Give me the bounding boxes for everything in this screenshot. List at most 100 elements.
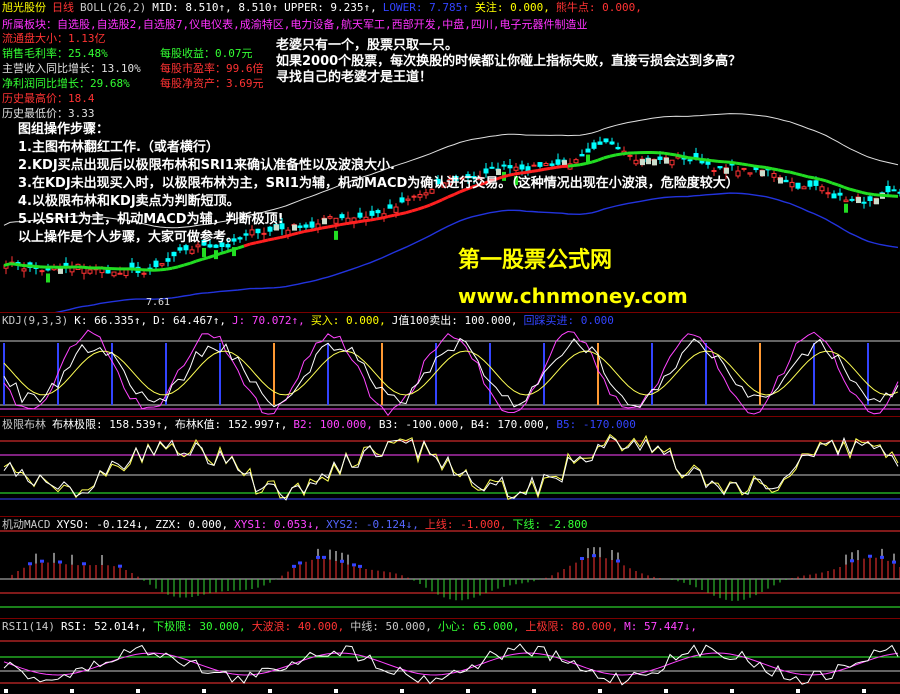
candle-body <box>844 200 848 202</box>
macd-blue-mark <box>592 554 596 557</box>
trend-line <box>202 258 208 260</box>
trend-line <box>184 263 190 265</box>
rsi-panel[interactable]: RSI1(14)RSI: 52.014↑,下极限: 30.000,大波浪: 40… <box>0 618 900 694</box>
trend-line <box>16 264 22 265</box>
eps: 每股收益：0.07元 <box>160 46 264 61</box>
rsi-upper: 上极限: 80.000, <box>526 620 619 633</box>
kdj-title: KDJ(9,3,3) <box>2 314 68 327</box>
boll-limit-panel[interactable]: 极限布林布林极限: 158.539↑,布林K值: 152.997↑,B2: 10… <box>0 416 900 517</box>
period-label[interactable]: 日线 <box>52 1 74 14</box>
hist-high: 历史最高价：18.4 <box>2 91 141 106</box>
rsi-mid: 中线: 50.000, <box>350 620 432 633</box>
trend-line <box>82 267 88 268</box>
candle-body <box>892 190 896 191</box>
trend-line <box>832 183 838 185</box>
trend-line <box>178 265 184 267</box>
profit-growth: 净利润同比增长：29.68% <box>2 76 141 91</box>
macd-blue-mark <box>82 562 86 565</box>
trend-line <box>748 165 754 166</box>
trend-line <box>196 259 202 261</box>
sector-line: 所属板块：自选股,自选股2,自选股7,仪电仪表,成渝特区,电力设备,航天军工,西… <box>2 16 587 32</box>
rsi-big: 大波浪: 40.000, <box>252 620 345 633</box>
gross-margin: 销售毛利率：25.48% <box>2 46 141 61</box>
trend-line <box>166 268 172 269</box>
watermark-url: www.chnmoney.com <box>458 284 688 308</box>
macd-chart[interactable] <box>0 517 900 619</box>
candle-body <box>160 264 164 266</box>
bl-b3: B3: -100.000, <box>379 418 465 431</box>
step-2: 2.KDJ买点出现后以极限布林和SRI1来确认准备性以及波浪大小. <box>18 157 739 175</box>
candle-body <box>748 173 752 174</box>
boll-limit-chart[interactable] <box>0 417 900 517</box>
step-3: 3.在KDJ未出现买入时，以极限布林为主，SRI1为辅，机动MACD为确认进行交… <box>18 175 739 193</box>
trend-line <box>772 169 778 170</box>
niushi-value: 熊牛点: 0.000, <box>556 1 642 14</box>
rsi-title: RSI1(14) <box>2 620 55 633</box>
mid-value: MID: 8.510↑, 8.510↑ <box>152 1 278 14</box>
candle-body <box>808 181 812 186</box>
trend-line <box>208 256 214 258</box>
main-chart-panel[interactable]: 旭光股份日线BOLL(26,2)MID: 8.510↑, 8.510↑UPPER… <box>0 0 900 312</box>
notice-line-1: 老婆只有一个，股票只取一只。 <box>276 38 741 54</box>
watermark-name: 第一股票公式网 <box>458 242 612 274</box>
macd-xyso: XYSO: -0.124↓, <box>57 518 150 531</box>
macd-xys2: XYS2: -0.124↓, <box>326 518 419 531</box>
operation-steps: 图组操作步骤： 1.主图布林翻红工作.（或者横行） 2.KDJ买点出现后以极限布… <box>18 121 739 247</box>
macd-blue-mark <box>298 561 302 564</box>
macd-blue-mark <box>28 562 32 565</box>
rsi-marker <box>334 689 338 693</box>
candle-body <box>850 199 854 200</box>
trend-line <box>790 172 796 174</box>
candle-body <box>112 272 116 276</box>
candle-body <box>124 270 128 276</box>
fundamentals: 流通盘大小：1.13亿 销售毛利率：25.48% 主营收入同比增长：13.10%… <box>2 31 141 121</box>
notice-line-2: 如果2000个股票，每次换股的时候都让你碰上指标失败，直接亏损会达到多高？ <box>276 54 741 70</box>
trend-line <box>784 171 790 172</box>
candle-body <box>130 263 134 268</box>
trend-line <box>796 174 802 175</box>
trend-line <box>820 179 826 181</box>
candle-body <box>166 259 170 262</box>
candle-body <box>838 193 842 195</box>
candle-body <box>154 261 158 266</box>
candle-body <box>886 186 890 191</box>
candle-body <box>784 180 788 181</box>
macd-panel[interactable]: 机动MACDXYSO: -0.124↓,ZZX: 0.000,XYS1: 0.0… <box>0 516 900 619</box>
bl-title: 极限布林 <box>2 418 46 431</box>
trend-line <box>766 168 772 169</box>
macd-down: 下线: -2.800 <box>513 518 588 531</box>
stock-name: 旭光股份 <box>2 1 46 14</box>
candle-body <box>178 248 182 250</box>
rsi-header: RSI1(14)RSI: 52.014↑,下极限: 30.000,大波浪: 40… <box>2 620 703 633</box>
macd-blue-mark <box>850 559 854 562</box>
trend-line <box>856 191 862 193</box>
signal-block <box>760 170 765 176</box>
candle-body <box>790 182 794 186</box>
candle-body <box>88 270 92 273</box>
kdj-panel[interactable]: KDJ(9,3,3) K: 66.335↑, D: 64.467↑, J: 70.07… <box>0 312 900 417</box>
candle-body <box>46 269 50 270</box>
steps-title: 图组操作步骤： <box>18 121 739 139</box>
kdj-k: K: 66.335↑, <box>74 314 147 327</box>
candle-body <box>772 173 776 177</box>
rev-growth: 主营收入同比增长：13.10% <box>2 61 141 76</box>
candle-body <box>142 273 146 274</box>
kdj-d: D: 64.467↑, <box>153 314 226 327</box>
rsi-marker <box>400 689 404 693</box>
trend-line <box>874 195 880 196</box>
candle-body <box>826 193 830 194</box>
trend-line <box>742 164 748 165</box>
macd-blue-mark <box>352 563 356 566</box>
trend-line <box>190 261 196 263</box>
kdj-chart[interactable] <box>0 313 900 417</box>
trend-line <box>808 177 814 178</box>
step-1: 1.主图布林翻红工作.（或者横行） <box>18 139 739 157</box>
step-4: 4.以极限布林和KDJ卖点为判断短顶。 <box>18 193 739 211</box>
bl-lim: 布林极限: 158.539↑, <box>52 418 169 431</box>
upper-value: UPPER: 9.235↑, <box>284 1 377 14</box>
kdj-d-line <box>4 351 898 395</box>
hist-low: 历史最低价：3.33 <box>2 106 141 121</box>
rsi-careful: 小心: 65.000, <box>438 620 520 633</box>
macd-blue-mark <box>358 565 362 568</box>
kdj-j: J: 70.072↑, <box>232 314 305 327</box>
